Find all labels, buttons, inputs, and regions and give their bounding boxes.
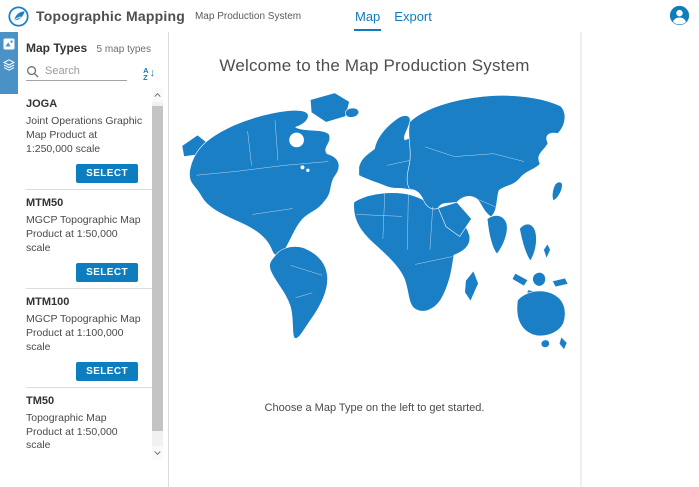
content-area: Map Types 5 map types xyxy=(0,32,699,487)
user-account-icon[interactable] xyxy=(669,5,690,31)
item-title: MTM50 xyxy=(26,197,138,209)
map-types-sidebar: Map Types 5 map types xyxy=(0,32,169,487)
scrollbar-thumb[interactable] xyxy=(152,106,163,431)
top-nav: Map Export xyxy=(355,0,432,32)
welcome-panel: Welcome to the Map Production System xyxy=(169,32,580,487)
scrollbar-track[interactable] xyxy=(152,102,163,446)
sort-arrow: ↓ xyxy=(150,68,156,79)
item-title: JOGA xyxy=(26,98,138,110)
list-item-joga: JOGA Joint Operations Graphic Map Produc… xyxy=(26,91,156,190)
search-input[interactable] xyxy=(43,64,127,78)
world-map-graphic xyxy=(179,88,571,382)
item-title: MTM100 xyxy=(26,296,138,308)
instruction-text: Choose a Map Type on the left to get sta… xyxy=(169,402,580,414)
sidebar-scrollbar[interactable] xyxy=(152,88,163,460)
list-item-mtm100: MTM100 MGCP Topographic Map Product at 1… xyxy=(26,289,156,388)
panel-title: Map Types xyxy=(26,41,87,55)
select-button-joga[interactable]: SELECT xyxy=(76,164,138,183)
sort-a-z-icon[interactable]: A Z ↓ xyxy=(143,67,155,81)
app-window: Topographic Mapping Map Production Syste… xyxy=(0,0,699,487)
item-description: MGCP Topographic Map Product at 1:50,000… xyxy=(26,214,144,256)
globe-icon xyxy=(8,6,29,27)
search-box xyxy=(26,64,127,81)
tab-export[interactable]: Export xyxy=(394,9,432,24)
map-types-panel: Map Types 5 map types xyxy=(18,32,168,487)
list-item-tm50: TM50 Topographic Map Product at 1:50,000… xyxy=(26,388,156,451)
select-button-mtm100[interactable]: SELECT xyxy=(76,362,138,381)
item-description: Topographic Map Product at 1:50,000 scal… xyxy=(26,412,144,451)
search-icon xyxy=(26,65,39,78)
select-button-mtm50[interactable]: SELECT xyxy=(76,263,138,282)
welcome-title: Welcome to the Map Production System xyxy=(169,56,580,76)
map-type-list: JOGA Joint Operations Graphic Map Produc… xyxy=(26,91,156,451)
item-description: MGCP Topographic Map Product at 1:100,00… xyxy=(26,313,144,355)
list-item-mtm50: MTM50 MGCP Topographic Map Product at 1:… xyxy=(26,190,156,289)
item-description: Joint Operations Graphic Map Product at … xyxy=(26,115,144,157)
chevron-up-icon[interactable] xyxy=(152,88,163,102)
map-product-icon[interactable] xyxy=(3,38,15,50)
chevron-down-icon[interactable] xyxy=(152,446,163,460)
app-header: Topographic Mapping Map Production Syste… xyxy=(0,0,699,32)
sort-letter-z: Z xyxy=(143,74,148,81)
app-title: Topographic Mapping xyxy=(36,8,185,24)
item-title: TM50 xyxy=(26,395,138,407)
right-empty-panel xyxy=(580,32,699,487)
layers-icon[interactable] xyxy=(3,59,15,71)
app-subtitle: Map Production System xyxy=(195,11,301,22)
map-type-count: 5 map types xyxy=(97,44,151,55)
tab-map[interactable]: Map xyxy=(355,9,380,24)
action-bar xyxy=(0,32,18,94)
